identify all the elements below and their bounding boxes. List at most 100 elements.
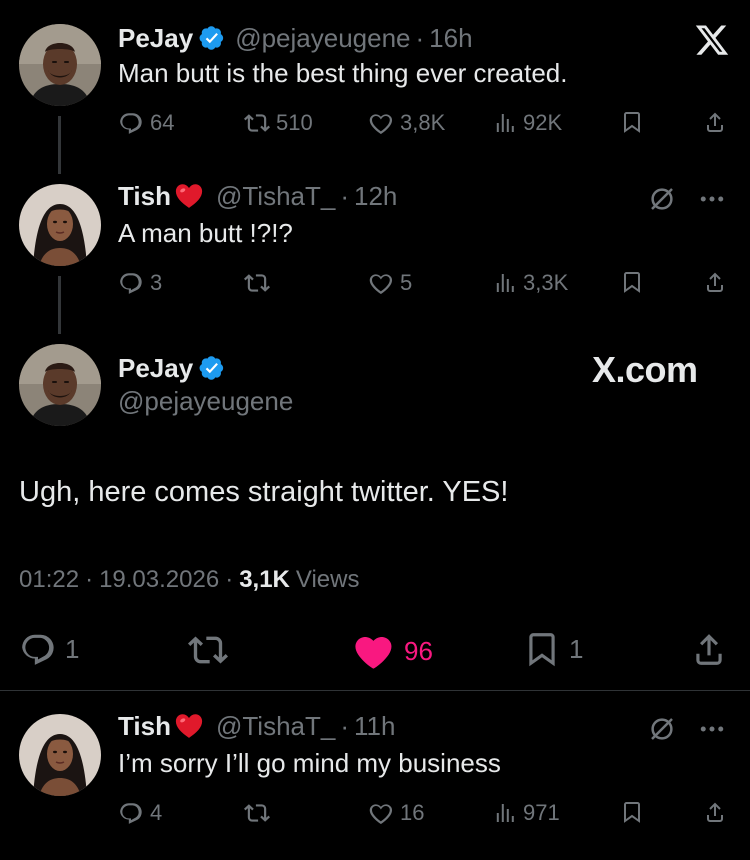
tweet-header: Tish @TishaT_ · 11h <box>118 708 395 744</box>
main-author-name-row: PeJay <box>118 350 225 386</box>
x-logo-icon <box>694 22 730 58</box>
heart-emoji-icon <box>174 181 204 211</box>
share-button[interactable] <box>703 110 727 134</box>
separator: · <box>225 566 234 593</box>
avatar-image <box>19 714 101 796</box>
bookmark-count: 1 <box>569 633 584 664</box>
repost-icon <box>244 800 270 826</box>
reply-count: 3 <box>150 270 163 295</box>
views-count: 92K <box>523 110 563 135</box>
repost-icon <box>244 270 270 296</box>
share-button[interactable] <box>703 800 727 824</box>
like-icon <box>354 630 396 672</box>
like-count: 96 <box>404 635 433 666</box>
views-count: 3,3K <box>523 270 569 295</box>
grok-icon[interactable] <box>647 184 677 214</box>
bookmark-button[interactable] <box>620 270 644 294</box>
like-button[interactable]: 16 <box>368 800 424 826</box>
views-count: 971 <box>523 800 560 825</box>
reply-button[interactable]: 1 <box>19 630 79 668</box>
views-label: Views <box>295 566 360 593</box>
views-icon <box>493 271 517 295</box>
bookmark-button[interactable] <box>620 110 644 134</box>
author-name[interactable]: PeJay <box>118 23 193 54</box>
x-com-watermark-text: X.com <box>592 349 698 390</box>
reply-count: 1 <box>65 633 80 664</box>
tweet-date[interactable]: 19.03.2026 <box>99 566 219 594</box>
author-handle[interactable]: @pejayeugene <box>235 23 410 54</box>
author-name[interactable]: Tish <box>118 181 171 212</box>
reply-button[interactable]: 64 <box>118 110 174 136</box>
tweet-text: I’m sorry I’ll go mind my business <box>118 748 501 778</box>
share-icon <box>703 270 727 294</box>
views-button[interactable]: 971 <box>493 800 560 826</box>
like-count: 16 <box>400 800 425 825</box>
separator: · <box>340 180 350 211</box>
reply-button[interactable]: 4 <box>118 800 162 826</box>
reply-button[interactable]: 3 <box>118 270 162 296</box>
more-icon[interactable] <box>697 714 727 744</box>
views-icon <box>493 111 517 135</box>
author-handle[interactable]: @pejayeugene <box>118 386 293 417</box>
verified-badge-icon[interactable] <box>199 355 225 381</box>
views-icon <box>493 801 517 825</box>
avatar[interactable] <box>19 714 101 796</box>
verified-badge-icon[interactable] <box>199 25 225 51</box>
share-button[interactable] <box>690 630 728 668</box>
bookmark-icon <box>620 270 644 294</box>
avatar[interactable] <box>19 184 101 266</box>
thread-line <box>58 276 61 334</box>
avatar-image <box>19 344 101 426</box>
x-com-watermark: X.com <box>592 348 698 392</box>
share-icon <box>703 800 727 824</box>
main-tweet-text: Ugh, here comes straight twitter. YES! <box>19 476 509 508</box>
views-button[interactable]: 3,3K <box>493 270 568 296</box>
bookmark-icon <box>620 800 644 824</box>
tweet-header: Tish @TishaT_ · 12h <box>118 178 397 214</box>
reply-icon <box>118 270 144 296</box>
repost-icon <box>188 630 228 670</box>
like-count: 3,8K <box>400 110 446 135</box>
heart-emoji-icon <box>174 711 204 741</box>
tweet-timestamp: 01:22 · 19.03.2026 · 3,1K Views <box>19 566 359 594</box>
thread-line <box>58 116 61 174</box>
share-icon <box>690 630 728 668</box>
tweet-header: PeJay @pejayeugene · 16h <box>118 20 473 56</box>
bookmark-icon <box>620 110 644 134</box>
separator: · <box>340 710 350 741</box>
repost-button[interactable] <box>188 630 228 670</box>
more-icon[interactable] <box>697 184 727 214</box>
repost-button[interactable] <box>244 800 270 826</box>
avatar-image <box>19 24 101 106</box>
repost-count: 510 <box>276 110 313 135</box>
tweet-text: A man butt !?!? <box>118 218 293 248</box>
bookmark-button[interactable] <box>620 800 644 824</box>
bookmark-icon <box>523 630 561 668</box>
like-button[interactable]: 96 <box>354 630 433 672</box>
avatar[interactable] <box>19 24 101 106</box>
tweet-time[interactable]: 12h <box>354 181 397 212</box>
tweet-time[interactable]: 11h <box>354 711 395 742</box>
views-button[interactable]: 92K <box>493 110 562 136</box>
avatar[interactable] <box>19 344 101 426</box>
share-button[interactable] <box>703 270 727 294</box>
repost-button[interactable] <box>244 270 276 296</box>
author-name[interactable]: PeJay <box>118 353 193 384</box>
tweet-time[interactable]: 01:22 <box>19 566 79 594</box>
separator: · <box>415 22 425 53</box>
avatar-image <box>19 184 101 266</box>
author-name[interactable]: Tish <box>118 711 171 742</box>
repost-button[interactable]: 510 <box>244 110 313 136</box>
views-count: 3,1K <box>239 566 290 593</box>
like-icon <box>368 110 394 136</box>
like-icon <box>368 270 394 296</box>
like-button[interactable]: 5 <box>368 270 412 296</box>
grok-icon[interactable] <box>647 714 677 744</box>
author-handle[interactable]: @TishaT_ <box>216 711 335 742</box>
reply-icon <box>19 630 57 668</box>
share-icon <box>703 110 727 134</box>
like-button[interactable]: 3,8K <box>368 110 445 136</box>
bookmark-button[interactable]: 1 <box>523 630 583 668</box>
author-handle[interactable]: @TishaT_ <box>216 181 335 212</box>
tweet-time[interactable]: 16h <box>429 23 472 54</box>
